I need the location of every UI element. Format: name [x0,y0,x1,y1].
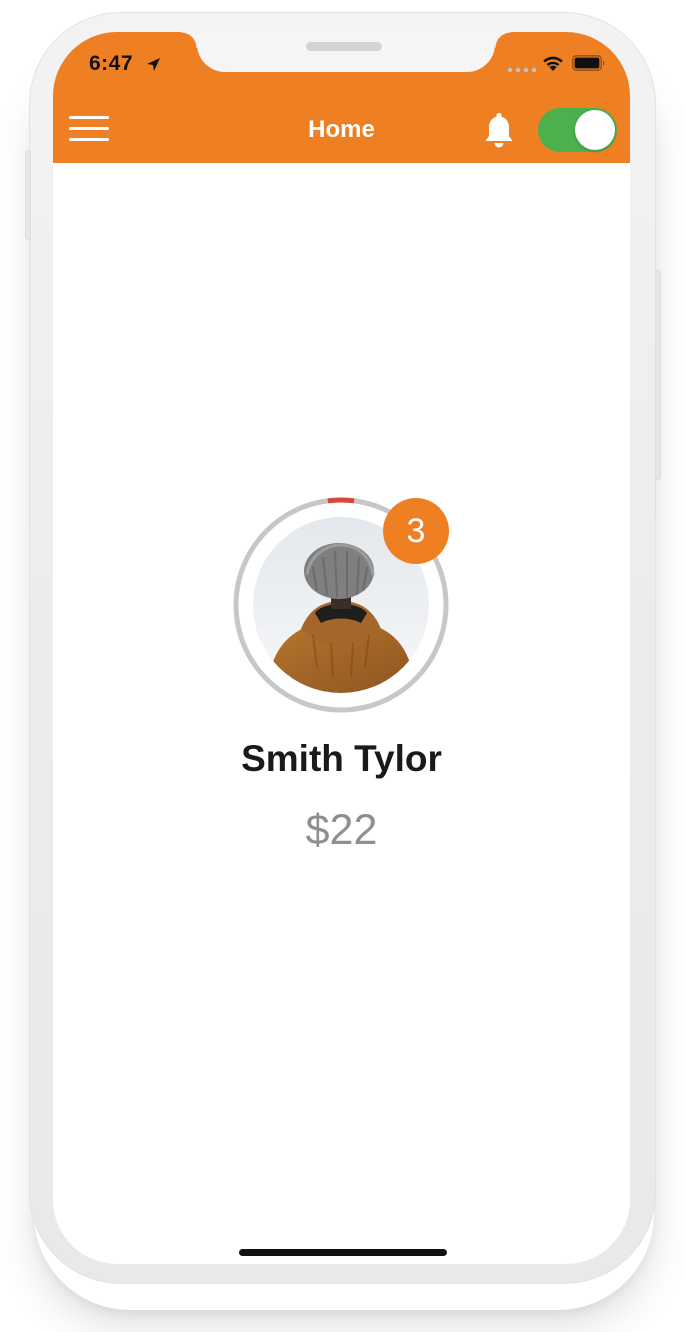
app-screen: 6:47 Home 3 Smith Tylor $22 [53,32,630,1264]
profile-name: Smith Tylor [241,738,442,779]
profile-balance: $22 [305,806,378,854]
notification-count-badge: 3 [383,498,449,564]
silent-switch [25,150,31,240]
cellular-signal-icon [507,67,537,73]
header-toggle-switch[interactable] [538,108,617,152]
app-header: 6:47 Home [53,32,630,163]
home-indicator[interactable] [239,1249,447,1256]
device-mockup: 6:47 Home 3 Smith Tylor $22 [0,0,685,1332]
progress-arc [327,497,355,504]
bell-icon[interactable] [482,112,516,150]
wifi-icon [543,56,563,71]
battery-icon [572,55,605,71]
status-time: 6:47 [89,52,134,75]
location-arrow-icon [147,58,160,71]
power-button [655,270,661,480]
toggle-knob [575,110,615,150]
device-notch [181,32,511,72]
speaker-grille [306,42,382,51]
